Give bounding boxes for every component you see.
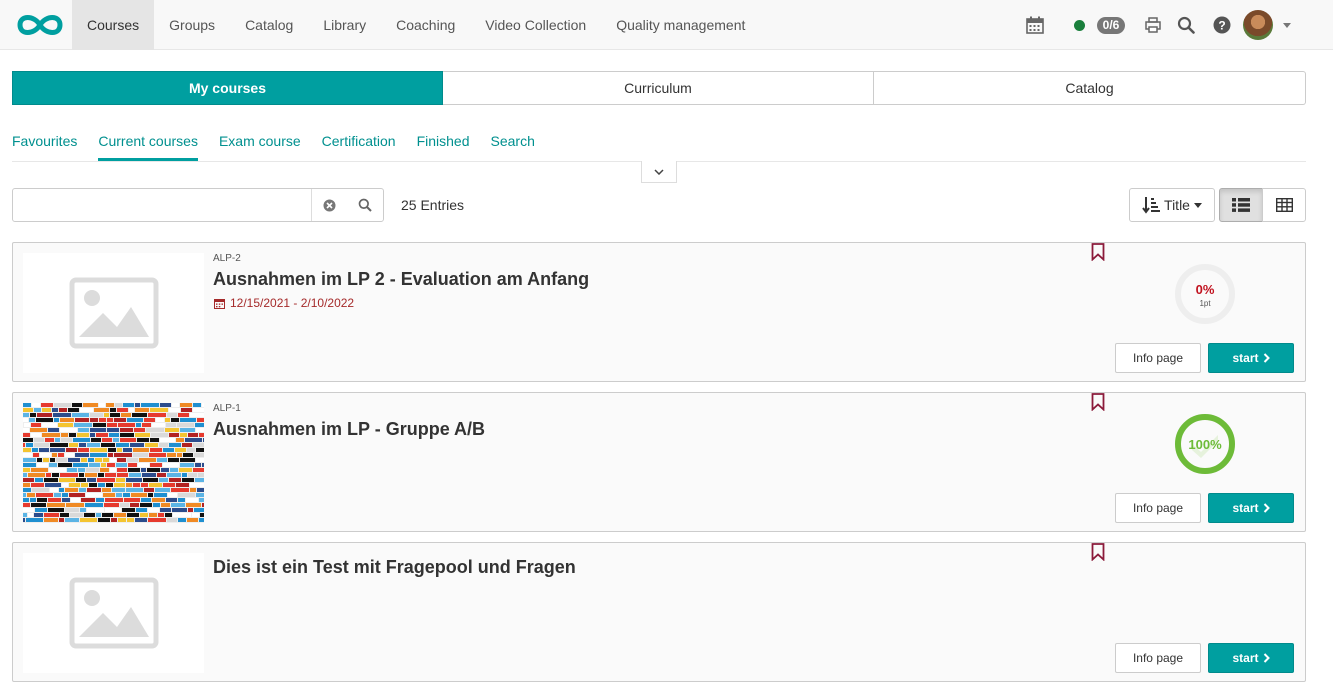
clear-search-icon[interactable] bbox=[323, 199, 336, 212]
course-thumbnail-image bbox=[23, 403, 204, 523]
course-card[interactable]: Dies ist ein Test mit Fragepool und Frag… bbox=[12, 542, 1306, 682]
chevron-down-icon bbox=[654, 168, 664, 175]
progress-points: 1pt bbox=[1199, 299, 1211, 308]
nav-item-coaching[interactable]: Coaching bbox=[381, 0, 470, 50]
sort-label: Title bbox=[1164, 197, 1190, 213]
tab-my-courses[interactable]: My courses bbox=[12, 71, 443, 105]
start-label: start bbox=[1232, 651, 1259, 665]
svg-text:?: ? bbox=[1218, 19, 1225, 33]
course-thumbnail-placeholder[interactable] bbox=[23, 253, 204, 373]
table-view-button[interactable] bbox=[1262, 188, 1306, 222]
status-badge[interactable]: 0/6 bbox=[1094, 0, 1128, 50]
image-placeholder-icon bbox=[69, 577, 158, 649]
info-page-button[interactable]: Info page bbox=[1115, 643, 1201, 673]
course-title[interactable]: Ausnahmen im LP 2 - Evaluation am Anfang bbox=[213, 269, 589, 290]
course-thumbnail-placeholder[interactable] bbox=[23, 553, 204, 673]
app-logo-icon[interactable] bbox=[12, 10, 68, 40]
progress-ring-0: 0% 1pt bbox=[1175, 264, 1235, 324]
chevron-right-icon bbox=[1263, 653, 1270, 663]
avatar[interactable] bbox=[1243, 0, 1273, 50]
online-status-icon[interactable] bbox=[1072, 0, 1086, 50]
list-view-button[interactable] bbox=[1219, 188, 1263, 222]
course-card[interactable]: ALP-1 Ausnahmen im LP - Gruppe A/B 100% … bbox=[12, 392, 1306, 532]
chevron-right-icon bbox=[1263, 353, 1270, 363]
tab-catalog[interactable]: Catalog bbox=[874, 71, 1306, 105]
notification-count-badge: 0/6 bbox=[1096, 16, 1126, 34]
start-button[interactable]: start bbox=[1208, 343, 1294, 373]
entries-count: 25 Entries bbox=[401, 197, 465, 213]
table-view-icon bbox=[1275, 198, 1293, 212]
nav-item-groups[interactable]: Groups bbox=[154, 0, 230, 50]
nav-item-courses[interactable]: Courses bbox=[72, 0, 155, 50]
course-thumbnail[interactable] bbox=[23, 403, 204, 523]
start-label: start bbox=[1232, 351, 1259, 365]
help-icon[interactable]: ? bbox=[1211, 0, 1233, 50]
nav-item-library[interactable]: Library bbox=[308, 0, 381, 50]
course-title[interactable]: Ausnahmen im LP - Gruppe A/B bbox=[213, 419, 485, 440]
image-placeholder-icon bbox=[69, 277, 158, 349]
chevron-down-icon bbox=[1193, 202, 1202, 208]
course-dates: 12/15/2021 - 2/10/2022 bbox=[214, 296, 354, 310]
main-nav: Courses Groups Catalog Library Coaching … bbox=[72, 0, 760, 50]
calendar-icon[interactable] bbox=[1024, 0, 1046, 50]
bookmark-icon[interactable] bbox=[1091, 393, 1105, 411]
search-field bbox=[12, 188, 384, 222]
chevron-right-icon bbox=[1263, 503, 1270, 513]
list-view-icon bbox=[1232, 198, 1250, 212]
search-input[interactable] bbox=[13, 189, 313, 221]
start-button[interactable]: start bbox=[1208, 493, 1294, 523]
filter-tab-exam-course[interactable]: Exam course bbox=[219, 124, 301, 162]
progress-ring-1: 100% bbox=[1175, 414, 1235, 474]
nav-item-video-collection[interactable]: Video Collection bbox=[470, 0, 601, 50]
search-icon[interactable] bbox=[358, 198, 372, 212]
filter-tab-search[interactable]: Search bbox=[491, 124, 535, 162]
nav-item-quality-management[interactable]: Quality management bbox=[601, 0, 760, 50]
top-navbar: Courses Groups Catalog Library Coaching … bbox=[0, 0, 1333, 50]
expand-filters-button[interactable] bbox=[641, 161, 677, 183]
progress-label: 0% bbox=[1196, 282, 1215, 297]
search-icon[interactable] bbox=[1175, 0, 1197, 50]
nav-item-catalog[interactable]: Catalog bbox=[230, 0, 308, 50]
course-card[interactable]: ALP-2 Ausnahmen im LP 2 - Evaluation am … bbox=[12, 242, 1306, 382]
course-external-ref: ALP-2 bbox=[213, 253, 241, 264]
chevron-down-icon[interactable] bbox=[1281, 0, 1293, 50]
info-page-button[interactable]: Info page bbox=[1115, 343, 1201, 373]
filter-tab-current-courses[interactable]: Current courses bbox=[98, 124, 198, 161]
course-title[interactable]: Dies ist ein Test mit Fragepool und Frag… bbox=[213, 557, 576, 578]
tab-curriculum[interactable]: Curriculum bbox=[443, 71, 874, 105]
progress-label: 100% bbox=[1188, 437, 1222, 452]
print-icon[interactable] bbox=[1143, 0, 1163, 50]
filter-tab-certification[interactable]: Certification bbox=[322, 124, 396, 162]
start-label: start bbox=[1232, 501, 1259, 515]
start-button[interactable]: start bbox=[1208, 643, 1294, 673]
sort-dropdown-button[interactable]: Title bbox=[1129, 188, 1215, 222]
course-external-ref: ALP-1 bbox=[213, 403, 241, 414]
course-filter-tabs: Favourites Current courses Exam course C… bbox=[12, 124, 1306, 162]
info-page-button[interactable]: Info page bbox=[1115, 493, 1201, 523]
course-dates-text: 12/15/2021 - 2/10/2022 bbox=[230, 296, 355, 310]
calendar-icon bbox=[214, 298, 225, 309]
bookmark-icon[interactable] bbox=[1091, 243, 1105, 261]
filter-tab-finished[interactable]: Finished bbox=[417, 124, 470, 162]
sort-order-icon bbox=[1142, 197, 1161, 214]
filter-tab-favourites[interactable]: Favourites bbox=[12, 124, 77, 162]
bookmark-icon[interactable] bbox=[1091, 543, 1105, 561]
